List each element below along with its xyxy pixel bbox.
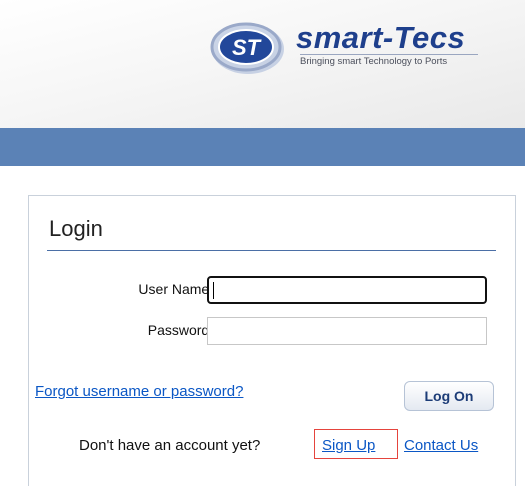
login-title: Login [49,216,103,241]
password-input[interactable] [207,317,487,345]
username-label: User Name : [138,281,217,297]
text-caret [213,282,214,299]
login-panel: Login User Name : Password : Forgot user… [28,195,516,486]
password-label: Password : [147,322,217,338]
title-divider [47,250,496,251]
username-input[interactable] [207,276,487,304]
st-logo-icon: ST [210,22,284,74]
sign-up-link[interactable]: Sign Up [322,437,375,454]
logo-initials: ST [232,35,262,60]
forgot-credentials-link[interactable]: Forgot username or password? [35,383,243,400]
header-band [0,128,525,166]
company-logo: ST smart-Tecs Bringing smart Technology … [210,14,500,84]
brand-divider [300,54,478,55]
brand-tagline: Bringing smart Technology to Ports [300,56,448,67]
no-account-text: Don't have an account yet? [79,437,261,454]
log-on-button[interactable]: Log On [404,381,494,411]
brand-name: smart-Tecs [296,20,466,55]
contact-us-link[interactable]: Contact Us [404,437,478,454]
